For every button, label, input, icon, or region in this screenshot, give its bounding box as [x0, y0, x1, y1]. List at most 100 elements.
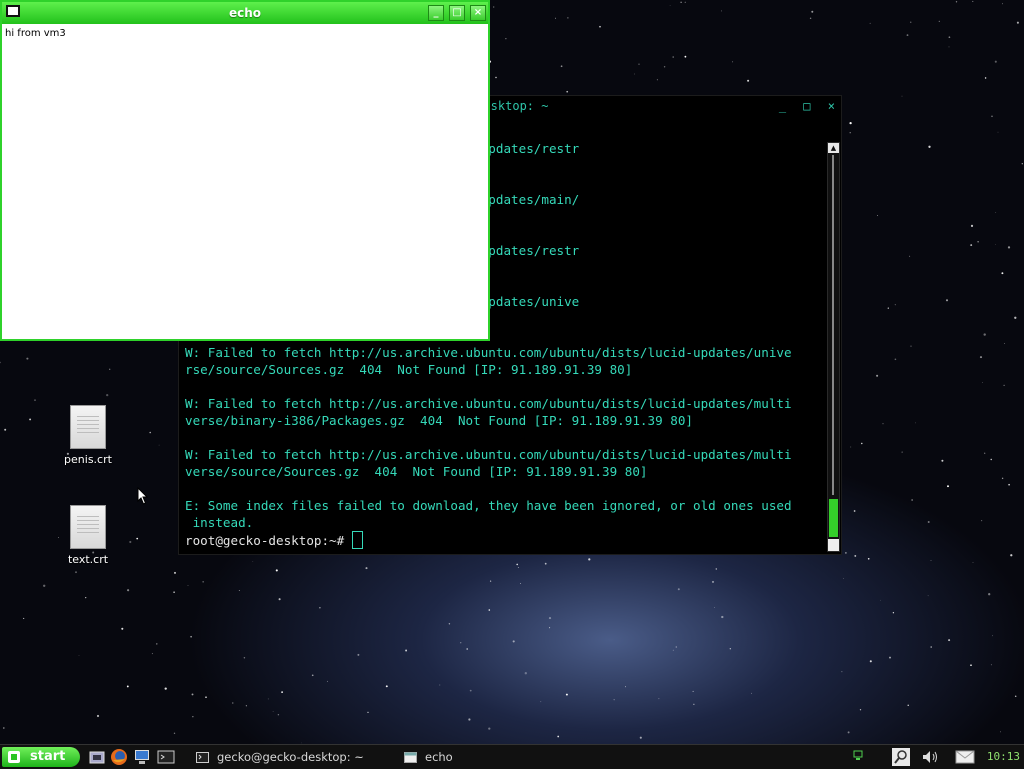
star: [928, 145, 931, 148]
star: [567, 17, 569, 19]
desktop-icon-penis-crt[interactable]: penis.crt: [48, 405, 128, 466]
terminal-prompt-line[interactable]: root@gecko-desktop:~#: [185, 531, 825, 549]
star: [385, 685, 388, 688]
computer-icon[interactable]: [133, 748, 151, 766]
close-button[interactable]: ×: [470, 5, 486, 21]
star: [984, 77, 987, 79]
star: [849, 132, 851, 134]
minimize-button[interactable]: _: [428, 5, 444, 21]
search-icon[interactable]: [892, 748, 910, 766]
star: [192, 716, 194, 718]
star: [994, 60, 997, 63]
star: [955, 1, 958, 3]
star: [927, 521, 930, 523]
star: [136, 537, 139, 540]
star: [96, 714, 100, 718]
star: [658, 698, 660, 700]
star: [4, 428, 7, 431]
star: [158, 444, 160, 446]
star: [729, 648, 731, 650]
star: [109, 368, 111, 370]
star: [887, 307, 889, 309]
star: [281, 691, 283, 693]
start-button[interactable]: start: [2, 747, 80, 767]
star: [272, 711, 274, 712]
minimize-button[interactable]: _: [779, 99, 786, 113]
star: [493, 6, 495, 8]
star: [720, 10, 722, 12]
star: [880, 599, 881, 601]
star: [747, 79, 750, 82]
star: [164, 687, 167, 690]
star: [238, 590, 240, 592]
star: [43, 584, 46, 587]
terminal-line: instead.: [185, 515, 254, 530]
star: [151, 653, 153, 655]
star: [639, 736, 642, 739]
star: [680, 1, 682, 4]
star: [468, 718, 471, 721]
star: [693, 703, 695, 705]
maximize-button[interactable]: □: [449, 5, 465, 21]
star: [981, 520, 983, 522]
star: [938, 20, 940, 23]
star: [1002, 3, 1003, 5]
star: [599, 25, 601, 28]
star: [1016, 21, 1019, 24]
star: [149, 431, 151, 434]
clock: 10:13: [986, 750, 1020, 763]
star: [126, 685, 129, 688]
star: [187, 585, 189, 586]
scrollbar-thumb[interactable]: [829, 499, 838, 537]
terminal-prompt: root@gecko-desktop:~#: [185, 533, 352, 548]
window-icon: [404, 752, 417, 763]
star: [517, 566, 519, 569]
file-manager-icon[interactable]: [88, 748, 106, 766]
star: [174, 571, 176, 574]
task-terminal[interactable]: gecko@gecko-desktop: ~: [196, 747, 391, 767]
task-label: gecko@gecko-desktop: ~: [217, 750, 364, 764]
star: [85, 596, 87, 599]
star: [854, 554, 857, 557]
echo-titlebar[interactable]: echo _ □ ×: [2, 2, 488, 24]
star: [277, 714, 280, 716]
star: [2, 727, 5, 729]
network-icon[interactable]: [852, 748, 866, 766]
star: [278, 598, 281, 601]
star: [889, 656, 891, 659]
star: [326, 680, 328, 682]
mail-icon[interactable]: [955, 748, 975, 766]
terminal-line: E: Some index files failed to download, …: [185, 498, 792, 513]
scroll-down-icon[interactable]: [828, 539, 839, 551]
star: [867, 557, 870, 560]
volume-icon[interactable]: [920, 748, 940, 766]
terminal-scrollbar[interactable]: ▲: [827, 142, 840, 552]
terminal-cursor: [351, 531, 363, 549]
star: [173, 732, 176, 734]
star: [516, 563, 519, 566]
star: [252, 561, 254, 562]
star: [1008, 483, 1010, 486]
close-button[interactable]: ×: [828, 99, 835, 113]
star: [669, 5, 671, 7]
star: [982, 382, 983, 384]
star: [692, 690, 694, 692]
maximize-button[interactable]: □: [803, 99, 810, 113]
star: [992, 635, 993, 637]
desktop-icon-text-crt[interactable]: text.crt: [48, 505, 128, 566]
scroll-up-icon[interactable]: ▲: [828, 143, 839, 153]
task-echo[interactable]: echo: [404, 747, 514, 767]
star: [915, 422, 916, 424]
star: [901, 451, 903, 453]
star: [78, 655, 80, 656]
star: [75, 571, 77, 574]
firefox-icon[interactable]: [110, 748, 128, 766]
terminal-launcher-icon[interactable]: [157, 748, 175, 766]
star: [405, 649, 408, 652]
star: [997, 131, 999, 133]
star: [495, 76, 497, 79]
star: [29, 418, 32, 421]
echo-window[interactable]: echo _ □ × hi from vm3: [0, 0, 490, 341]
terminal-icon: [196, 752, 209, 763]
